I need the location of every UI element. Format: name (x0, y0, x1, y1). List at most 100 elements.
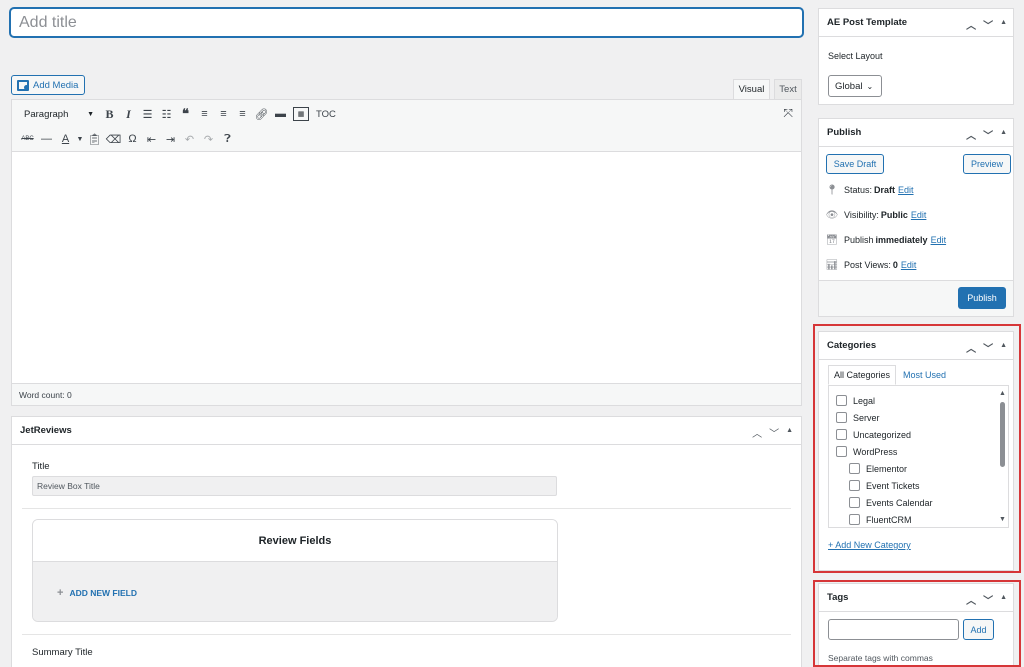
align-center-icon[interactable]: ≡ (214, 104, 233, 124)
toc-button[interactable]: TOC (312, 109, 340, 120)
category-checkbox[interactable] (849, 463, 860, 474)
review-title-label: Title (32, 461, 50, 472)
move-up-icon[interactable]: ︿ (752, 425, 762, 440)
category-checkbox[interactable] (836, 429, 847, 440)
review-title-input[interactable]: Review Box Title (32, 476, 557, 496)
fullscreen-icon[interactable]: ⤧ (783, 106, 793, 121)
edit-visibility-link[interactable]: Edit (911, 210, 927, 220)
numbered-list-icon[interactable]: ☷ (157, 104, 176, 124)
tags-hint: Separate tags with commas (828, 653, 933, 663)
category-checklist[interactable]: ▲ ▼ Legal Server Uncategorized WordPress Ele… (828, 385, 1009, 528)
text-color-caret-icon[interactable]: ▼ (75, 129, 85, 149)
tab-text[interactable]: Text (774, 79, 802, 99)
category-checkbox[interactable] (836, 446, 847, 457)
category-checkbox[interactable] (849, 514, 860, 525)
read-more-icon[interactable]: ▬ (271, 104, 290, 124)
ae-template-heading: AE Post Template (827, 17, 908, 28)
format-select[interactable]: Paragraph ▼ (18, 104, 100, 124)
save-draft-button[interactable]: Save Draft (826, 154, 884, 174)
strikethrough-icon[interactable]: ABC (18, 129, 37, 149)
align-right-icon[interactable]: ≡ (233, 104, 252, 124)
publish-button[interactable]: Publish (958, 287, 1006, 309)
visibility-label: Visibility: (844, 210, 879, 220)
move-up-icon[interactable]: ︿ (966, 592, 976, 607)
summary-title-label: Summary Title (32, 647, 93, 658)
indent-icon[interactable]: ⇥ (161, 129, 180, 149)
category-item[interactable]: Events Calendar (849, 497, 933, 508)
category-item[interactable]: Legal (836, 395, 875, 406)
toggle-panel-icon[interactable]: ▲ (1000, 127, 1007, 142)
clear-formatting-icon[interactable]: ⌫ (104, 129, 123, 149)
special-character-icon[interactable]: Ω (123, 129, 142, 149)
move-down-icon[interactable]: ﹀ (983, 17, 993, 32)
edit-post-views-link[interactable]: Edit (901, 260, 917, 270)
publish-footer: Publish (819, 280, 1013, 316)
tags-header: Tags ︿ ﹀ ▲ (819, 584, 1013, 612)
category-item[interactable]: WordPress (836, 446, 897, 457)
preview-button[interactable]: Preview (963, 154, 1011, 174)
move-down-icon[interactable]: ﹀ (983, 592, 993, 607)
link-icon[interactable]: 🔗︎ (252, 104, 271, 124)
jetreviews-controls: ︿ ﹀ ▲ (752, 425, 793, 440)
category-item[interactable]: Uncategorized (836, 429, 911, 440)
toolbar-row-1: Paragraph ▼ B I ☰ ☷ ❝ ≡ ≡ ≡ 🔗︎ ▬ ▦ TOC (18, 103, 340, 125)
toggle-panel-icon[interactable]: ▲ (1000, 17, 1007, 32)
add-new-category-link[interactable]: + Add New Category (828, 540, 911, 550)
tab-most-used[interactable]: Most Used (896, 365, 951, 385)
scroll-up-icon[interactable]: ▲ (999, 390, 1006, 397)
content-editor[interactable]: Paragraph ▼ B I ☰ ☷ ❝ ≡ ≡ ≡ 🔗︎ ▬ ▦ TOC A… (11, 99, 802, 406)
move-down-icon[interactable]: ﹀ (983, 127, 993, 142)
bold-icon[interactable]: B (100, 104, 119, 124)
scrollbar[interactable]: ▲ ▼ (998, 387, 1007, 526)
layout-select[interactable]: Global ⌄ (828, 75, 882, 97)
add-media-button[interactable]: Add Media (11, 75, 86, 95)
post-title-input[interactable] (10, 8, 803, 37)
toolbar-toggle-icon[interactable]: ▦ (293, 107, 309, 121)
paste-text-icon[interactable]: 📋︎ (85, 129, 104, 149)
bullet-list-icon[interactable]: ☰ (138, 104, 157, 124)
edit-schedule-link[interactable]: Edit (931, 235, 947, 245)
horizontal-line-icon[interactable]: — (37, 129, 56, 149)
tab-visual[interactable]: Visual (733, 79, 770, 99)
move-up-icon[interactable]: ︿ (966, 340, 976, 355)
scrollbar-thumb[interactable] (1000, 402, 1005, 467)
tab-all-categories[interactable]: All Categories (828, 365, 897, 385)
undo-icon[interactable]: ↶ (180, 129, 199, 149)
status-value: Draft (874, 185, 896, 195)
edit-status-link[interactable]: Edit (898, 185, 914, 195)
category-checkbox[interactable] (849, 497, 860, 508)
categories-header: Categories ︿ ﹀ ▲ (819, 332, 1013, 360)
publish-box: Publish ︿ ﹀ ▲ Save Draft Preview 📍︎ Stat… (818, 118, 1014, 317)
move-down-icon[interactable]: ﹀ (769, 425, 779, 440)
category-label: Event Tickets (866, 480, 920, 491)
move-up-icon[interactable]: ︿ (966, 127, 976, 142)
tag-input[interactable] (828, 619, 959, 640)
plus-icon: + (57, 586, 64, 599)
category-item[interactable]: Event Tickets (849, 480, 920, 491)
category-checkbox[interactable] (836, 412, 847, 423)
move-down-icon[interactable]: ﹀ (983, 340, 993, 355)
add-new-field-button[interactable]: + ADD NEW FIELD (33, 562, 557, 621)
toggle-panel-icon[interactable]: ▲ (1000, 340, 1007, 355)
add-media-label: Add Media (33, 79, 79, 91)
toggle-panel-icon[interactable]: ▲ (786, 425, 793, 440)
category-item[interactable]: Server (836, 412, 880, 423)
tags-heading: Tags (827, 592, 849, 603)
italic-icon[interactable]: I (119, 104, 138, 124)
scroll-down-icon[interactable]: ▼ (999, 516, 1006, 523)
add-tag-button[interactable]: Add (963, 619, 994, 640)
categories-heading: Categories (827, 340, 877, 351)
blockquote-icon[interactable]: ❝ (176, 104, 195, 124)
category-checkbox[interactable] (849, 480, 860, 491)
category-item[interactable]: Elementor (849, 463, 907, 474)
redo-icon[interactable]: ↷ (199, 129, 218, 149)
help-icon[interactable]: ❓︎ (218, 129, 237, 149)
align-left-icon[interactable]: ≡ (195, 104, 214, 124)
category-checkbox[interactable] (836, 395, 847, 406)
move-up-icon[interactable]: ︿ (966, 17, 976, 32)
outdent-icon[interactable]: ⇤ (142, 129, 161, 149)
category-item[interactable]: FluentCRM (849, 514, 912, 525)
toggle-panel-icon[interactable]: ▲ (1000, 592, 1007, 607)
text-color-icon[interactable]: A (56, 129, 75, 149)
post-views-value: 0 (892, 260, 898, 270)
